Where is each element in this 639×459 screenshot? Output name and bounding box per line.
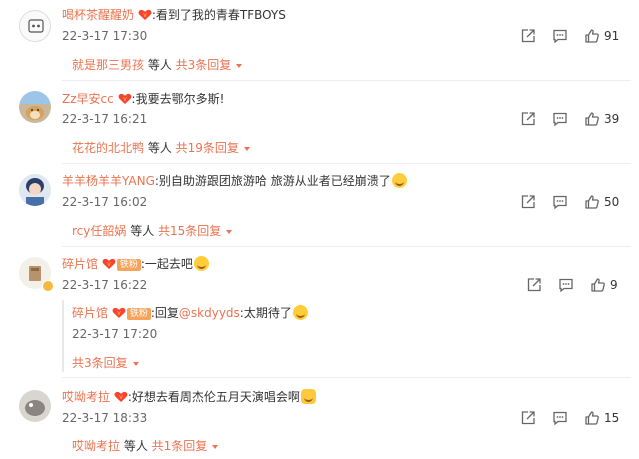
heart-vip-icon [114, 391, 128, 403]
like-button[interactable]: 91 [584, 28, 619, 44]
chevron-down-icon [243, 146, 250, 151]
heart-vip-icon [118, 93, 132, 105]
comment-icon [552, 111, 568, 127]
share-icon [520, 28, 536, 44]
chevron-down-icon [236, 63, 243, 68]
reply-summary[interactable]: 哎呦考拉 等人 共1条回复 [72, 437, 219, 454]
comment-text: :好想去看周杰伦五月天演唱会啊 [127, 390, 300, 404]
timestamp: 22-3-17 18:33 [62, 411, 148, 425]
reply-thread-bar [62, 300, 64, 372]
heart-vip-icon [102, 258, 116, 270]
comment-text: :别自助游跟团旅游哈 旅游从业者已经崩溃了 [154, 174, 391, 188]
comment-line: Zz早安cc :我要去鄂尔多斯! [62, 90, 224, 107]
like-count: 39 [604, 112, 620, 126]
comment-text: :一起去吧 [140, 257, 193, 271]
comment-line: 碎片馆 铁粉:一起去吧 [62, 255, 209, 272]
username-link[interactable]: Zz早安cc [62, 92, 114, 106]
share-icon [520, 194, 536, 210]
share-button[interactable] [520, 410, 536, 426]
like-count: 91 [604, 29, 620, 43]
smile-emoji-icon [292, 305, 308, 320]
username-link[interactable]: 哎呦考拉 [62, 390, 110, 404]
divider [62, 377, 631, 378]
sub-reply-line: 碎片馆 铁粉:回复@skdyyds:太期待了 [72, 304, 308, 321]
reply-summary[interactable]: rcy任韶娲 等人 共15条回复 [72, 222, 233, 239]
reply-author[interactable]: 哎呦考拉 [72, 439, 120, 453]
chevron-down-icon [212, 444, 219, 449]
comment-button[interactable] [552, 28, 568, 44]
avatar[interactable] [19, 91, 51, 123]
like-count: 9 [610, 278, 618, 292]
like-button[interactable]: 50 [584, 194, 619, 210]
fan-badge: 铁粉 [126, 308, 151, 320]
like-icon [584, 194, 600, 210]
share-button[interactable] [520, 28, 536, 44]
divider [62, 246, 631, 247]
like-button[interactable]: 15 [584, 410, 619, 426]
timestamp: 22-3-17 17:30 [62, 29, 148, 43]
share-button[interactable] [520, 111, 536, 127]
chevron-down-icon [226, 229, 233, 234]
reply-count[interactable]: 共3条回复 [72, 356, 128, 370]
reply-summary[interactable]: 花花的北北鸭 等人 共19条回复 [72, 139, 250, 156]
reply-author[interactable]: 就是那三男孩 [72, 58, 144, 72]
reply-author[interactable]: rcy任韶娲 [72, 224, 126, 238]
reply-author[interactable]: 花花的北北鸭 [72, 141, 144, 155]
comment-button[interactable] [552, 410, 568, 426]
comment-line: 哎呦考拉 :好想去看周杰伦五月天演唱会啊 [62, 388, 316, 405]
username-link[interactable]: 碎片馆 [72, 306, 108, 320]
reply-count[interactable]: 共19条回复 [176, 141, 239, 155]
username-link[interactable]: 碎片馆 [62, 257, 98, 271]
mention-link[interactable]: @skdyyds [179, 306, 240, 320]
divider [62, 163, 631, 164]
like-button[interactable]: 9 [590, 277, 618, 293]
timestamp: 22-3-17 16:22 [62, 278, 148, 292]
comment-text: :看到了我的青春TFBOYS [151, 8, 286, 22]
reply-count[interactable]: 共15条回复 [158, 224, 221, 238]
share-icon [520, 410, 536, 426]
avatar[interactable] [19, 390, 51, 422]
timestamp: 22-3-17 16:02 [62, 195, 148, 209]
reply-count[interactable]: 共1条回复 [152, 439, 208, 453]
fan-badge: 铁粉 [116, 259, 141, 271]
like-button[interactable]: 39 [584, 111, 619, 127]
share-button[interactable] [526, 277, 542, 293]
like-icon [590, 277, 606, 293]
username-link[interactable]: 羊羊杨羊羊YANG [62, 174, 155, 188]
like-icon [584, 28, 600, 44]
laughing-emoji-icon [391, 173, 407, 188]
comment-icon [552, 410, 568, 426]
timestamp: 22-3-17 16:21 [62, 112, 148, 126]
reply-summary[interactable]: 共3条回复 [72, 354, 139, 371]
comment-icon [558, 277, 574, 293]
reply-count[interactable]: 共3条回复 [176, 58, 232, 72]
comment-button[interactable] [558, 277, 574, 293]
comment-line: 羊羊杨羊羊YANG:别自助游跟团旅游哈 旅游从业者已经崩溃了 [62, 172, 407, 189]
rock-hand-emoji-icon [300, 389, 316, 404]
share-icon [526, 277, 542, 293]
divider [62, 80, 631, 81]
comment-line: 喝杯茶醒醒奶 :看到了我的青春TFBOYS [62, 6, 286, 23]
avatar[interactable] [19, 10, 51, 42]
share-icon [520, 111, 536, 127]
like-icon [584, 410, 600, 426]
comment-icon [552, 28, 568, 44]
timestamp: 22-3-17 17:20 [72, 327, 158, 341]
heart-vip-icon [138, 9, 152, 21]
reply-summary[interactable]: 就是那三男孩 等人 共3条回复 [72, 56, 243, 73]
username-link[interactable]: 喝杯茶醒醒奶 [62, 8, 134, 22]
comment-button[interactable] [552, 111, 568, 127]
like-icon [584, 111, 600, 127]
comment-text: :我要去鄂尔多斯! [131, 92, 225, 106]
chevron-down-icon [132, 361, 139, 366]
share-button[interactable] [520, 194, 536, 210]
comment-button[interactable] [552, 194, 568, 210]
like-count: 15 [604, 411, 620, 425]
like-count: 50 [604, 195, 620, 209]
avatar[interactable] [19, 174, 51, 206]
smile-emoji-icon [193, 256, 209, 271]
comment-icon [552, 194, 568, 210]
heart-vip-icon [112, 307, 126, 319]
verified-badge-icon [42, 280, 54, 292]
